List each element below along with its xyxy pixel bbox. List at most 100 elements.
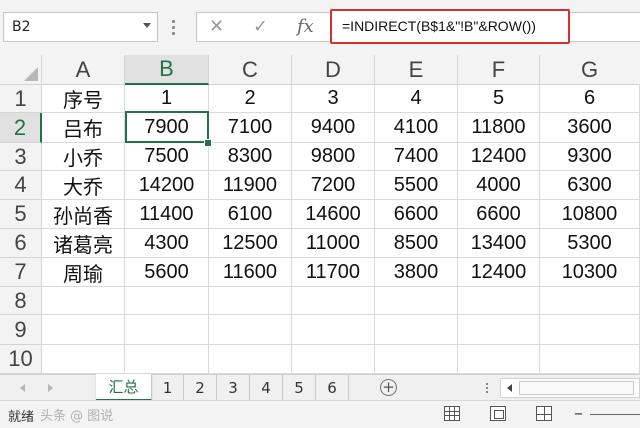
cell-f9[interactable] [458, 315, 540, 345]
name-box[interactable]: B2 [3, 12, 158, 42]
column-header-g[interactable]: G [540, 55, 640, 85]
cell-c5[interactable]: 6100 [209, 200, 292, 229]
formula-input-extension[interactable] [570, 12, 640, 42]
cell-e2[interactable]: 4100 [375, 113, 458, 143]
cell-c1[interactable]: 2 [209, 85, 292, 113]
column-header-c[interactable]: C [209, 55, 292, 85]
column-header-d[interactable]: D [292, 55, 375, 85]
cell-f4[interactable]: 4000 [458, 171, 540, 200]
cell-b6[interactable]: 4300 [125, 229, 209, 258]
cell-a9[interactable] [42, 315, 125, 345]
normal-view-icon[interactable] [444, 406, 460, 421]
row-header-5[interactable]: 5 [0, 200, 42, 229]
cell-a6[interactable]: 诸葛亮 [42, 229, 125, 258]
cell-a10[interactable] [42, 345, 125, 374]
cell-g10[interactable] [540, 345, 640, 374]
sheet-tab-3[interactable]: 3 [217, 375, 250, 400]
cell-f6[interactable]: 13400 [458, 229, 540, 258]
zoom-out-icon[interactable]: – [574, 403, 583, 424]
row-header-4[interactable]: 4 [0, 171, 42, 200]
cell-d4[interactable]: 7200 [292, 171, 375, 200]
chevron-down-icon[interactable] [143, 23, 151, 28]
sheet-tab-1[interactable]: 1 [152, 375, 184, 400]
cell-b2[interactable]: 7900 [125, 113, 209, 143]
cell-a3[interactable]: 小乔 [42, 143, 125, 171]
cancel-icon[interactable]: ✕ [209, 16, 224, 37]
cell-a7[interactable]: 周瑜 [42, 258, 125, 287]
cell-f7[interactable]: 12400 [458, 258, 540, 287]
cell-e4[interactable]: 5500 [375, 171, 458, 200]
sheet-tab-summary[interactable]: 汇总 [96, 374, 152, 401]
row-header-1[interactable]: 1 [0, 85, 42, 113]
scroll-left-icon[interactable] [507, 384, 512, 392]
cell-e3[interactable]: 7400 [375, 143, 458, 171]
cell-g5[interactable]: 10800 [540, 200, 640, 229]
cell-g1[interactable]: 6 [540, 85, 640, 113]
row-header-8[interactable]: 8 [0, 287, 42, 315]
cell-a1[interactable]: 序号 [42, 85, 125, 113]
formula-bar-grip-icon[interactable] [172, 20, 175, 36]
cell-c4[interactable]: 11900 [209, 171, 292, 200]
row-header-7[interactable]: 7 [0, 258, 42, 287]
cell-g8[interactable] [540, 287, 640, 315]
row-header-9[interactable]: 9 [0, 315, 42, 345]
cell-f5[interactable]: 6600 [458, 200, 540, 229]
cell-b3[interactable]: 7500 [125, 143, 209, 171]
cell-d2[interactable]: 9400 [292, 113, 375, 143]
cell-a2[interactable]: 吕布 [42, 113, 125, 143]
cell-f10[interactable] [458, 345, 540, 374]
column-header-f[interactable]: F [458, 55, 540, 85]
cell-e7[interactable]: 3800 [375, 258, 458, 287]
cell-d3[interactable]: 9800 [292, 143, 375, 171]
cell-g7[interactable]: 10300 [540, 258, 640, 287]
cell-b4[interactable]: 14200 [125, 171, 209, 200]
cell-d7[interactable]: 11700 [292, 258, 375, 287]
page-break-view-icon[interactable] [536, 406, 552, 421]
select-all-corner[interactable] [0, 55, 42, 85]
scroll-tabs-left-icon[interactable] [20, 384, 25, 392]
cell-g9[interactable] [540, 315, 640, 345]
sheet-tab-6[interactable]: 6 [316, 375, 349, 400]
cell-d8[interactable] [292, 287, 375, 315]
cell-b8[interactable] [125, 287, 209, 315]
row-header-2[interactable]: 2 [0, 113, 42, 143]
cell-b5[interactable]: 11400 [125, 200, 209, 229]
cell-d5[interactable]: 14600 [292, 200, 375, 229]
add-sheet-icon[interactable]: + [380, 379, 397, 396]
cell-d1[interactable]: 3 [292, 85, 375, 113]
cell-c7[interactable]: 11600 [209, 258, 292, 287]
cell-g6[interactable]: 5300 [540, 229, 640, 258]
cell-d9[interactable] [292, 315, 375, 345]
cell-a8[interactable] [42, 287, 125, 315]
cell-d6[interactable]: 11000 [292, 229, 375, 258]
zoom-slider[interactable] [590, 414, 640, 415]
cell-c2[interactable]: 7100 [209, 113, 292, 143]
cell-d10[interactable] [292, 345, 375, 374]
cell-c10[interactable] [209, 345, 292, 374]
horizontal-scrollbar[interactable] [500, 378, 640, 398]
scrollbar-thumb[interactable] [519, 381, 634, 395]
cell-e9[interactable] [375, 315, 458, 345]
cell-f2[interactable]: 11800 [458, 113, 540, 143]
cell-b10[interactable] [125, 345, 209, 374]
column-header-e[interactable]: E [375, 55, 458, 85]
cell-e5[interactable]: 6600 [375, 200, 458, 229]
row-header-3[interactable]: 3 [0, 143, 42, 171]
row-header-10[interactable]: 10 [0, 345, 42, 374]
cell-b9[interactable] [125, 315, 209, 345]
formula-input[interactable]: =INDIRECT(B$1&"!B"&ROW()) [330, 9, 570, 44]
cell-f3[interactable]: 12400 [458, 143, 540, 171]
cell-g3[interactable]: 9300 [540, 143, 640, 171]
scroll-tabs-right-icon[interactable] [48, 384, 53, 392]
cell-c8[interactable] [209, 287, 292, 315]
cell-g4[interactable]: 6300 [540, 171, 640, 200]
fill-handle[interactable] [204, 139, 212, 147]
insert-function-icon[interactable]: fx [297, 16, 314, 37]
cell-f1[interactable]: 5 [458, 85, 540, 113]
tab-splitter-icon[interactable] [486, 383, 488, 395]
enter-icon[interactable]: ✓ [253, 16, 268, 37]
cell-c3[interactable]: 8300 [209, 143, 292, 171]
sheet-tab-5[interactable]: 5 [283, 375, 316, 400]
row-header-6[interactable]: 6 [0, 229, 42, 258]
cell-e6[interactable]: 8500 [375, 229, 458, 258]
